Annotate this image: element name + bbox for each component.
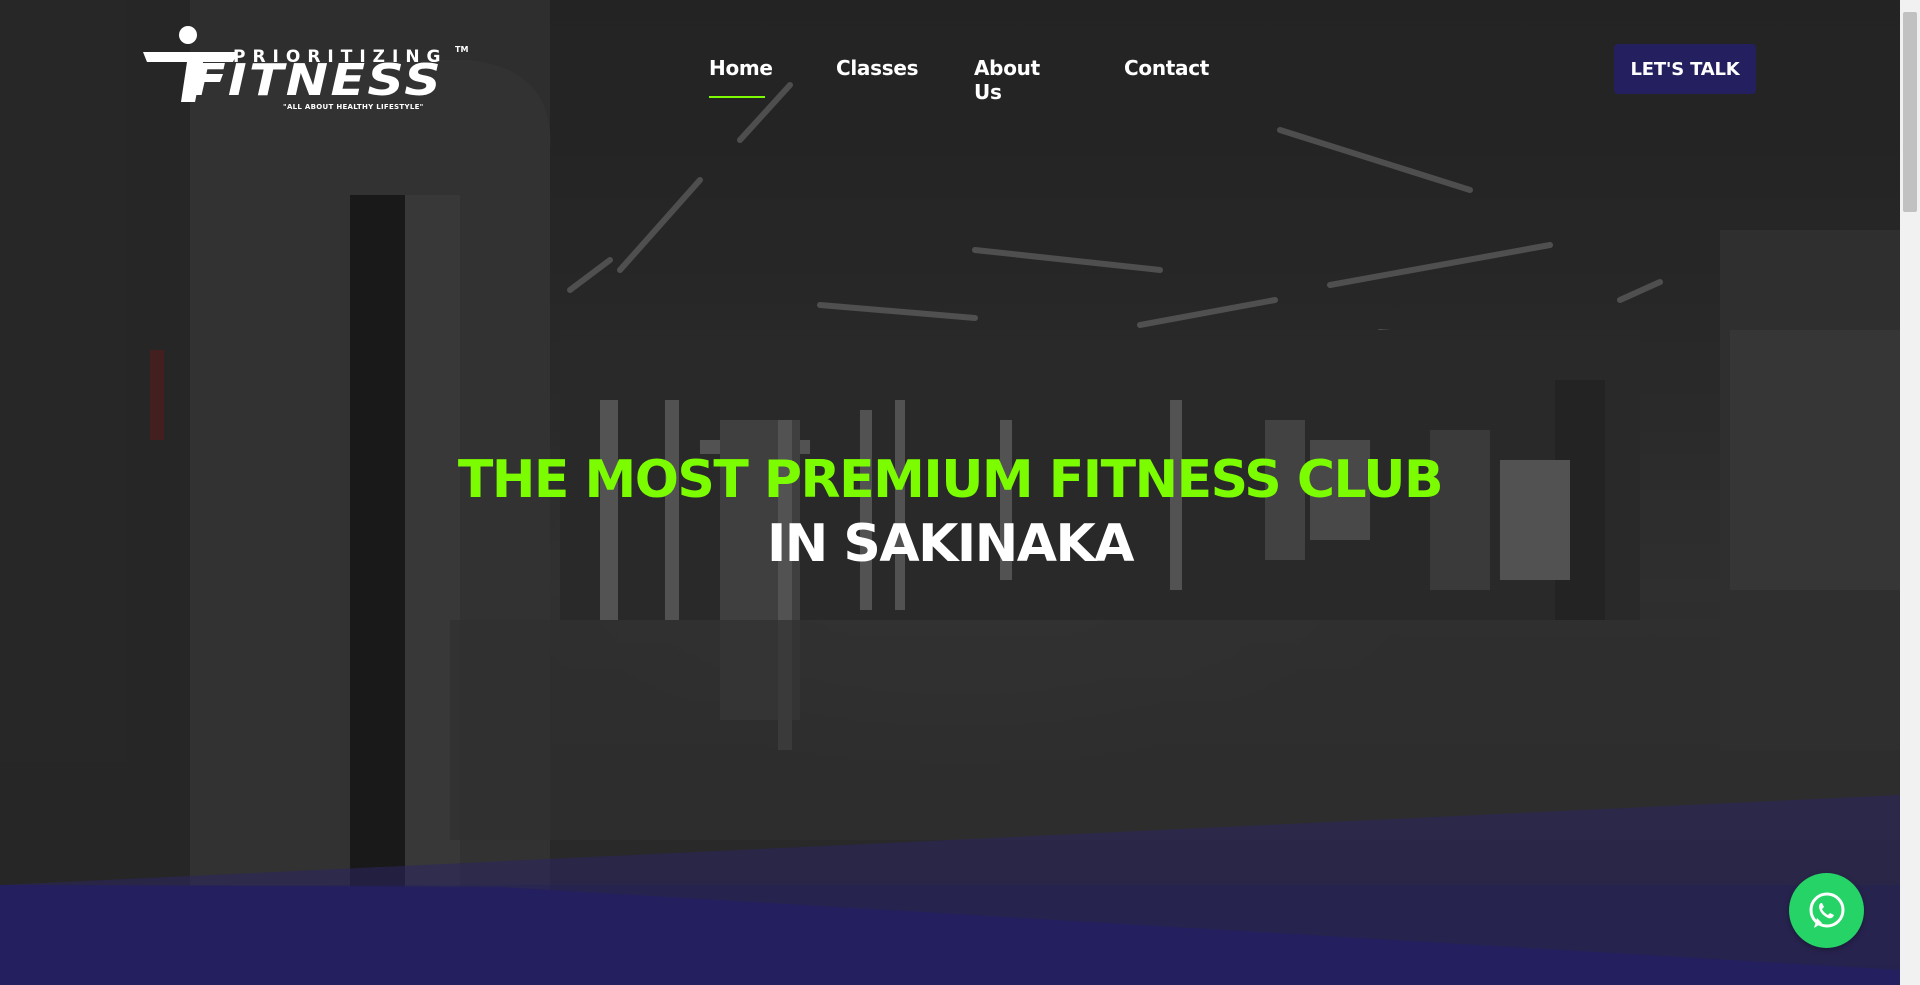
logo-main-word: FITNESS	[191, 55, 444, 106]
hero-headline: THE MOST PREMIUM FITNESS CLUB IN SAKINAK…	[400, 448, 1500, 576]
hero-headline-line2: IN SAKINAKA	[766, 514, 1135, 574]
whatsapp-icon	[1809, 892, 1844, 928]
nav-home[interactable]: Home	[709, 56, 773, 98]
scrollbar-thumb[interactable]	[1903, 12, 1917, 212]
nav-contact[interactable]: Contact	[1124, 56, 1209, 86]
bottom-wave-band	[0, 795, 1900, 985]
main-nav: Home Classes About Us Contact	[709, 56, 1209, 104]
whatsapp-chat-button[interactable]	[1789, 873, 1864, 948]
nav-classes[interactable]: Classes	[836, 56, 919, 86]
lets-talk-button[interactable]: LET'S TALK	[1614, 44, 1756, 94]
page-scrollbar[interactable]	[1900, 0, 1920, 985]
logo-trademark: TM	[455, 45, 469, 54]
nav-about-us[interactable]: About Us	[974, 56, 1062, 104]
hero-headline-line1: THE MOST PREMIUM FITNESS CLUB	[457, 450, 1444, 510]
brand-logo[interactable]: PRIORITIZING TM FITNESS "ALL ABOUT HEALT…	[143, 24, 473, 116]
logo-tagline: "ALL ABOUT HEALTHY LIFESTYLE"	[283, 103, 424, 111]
